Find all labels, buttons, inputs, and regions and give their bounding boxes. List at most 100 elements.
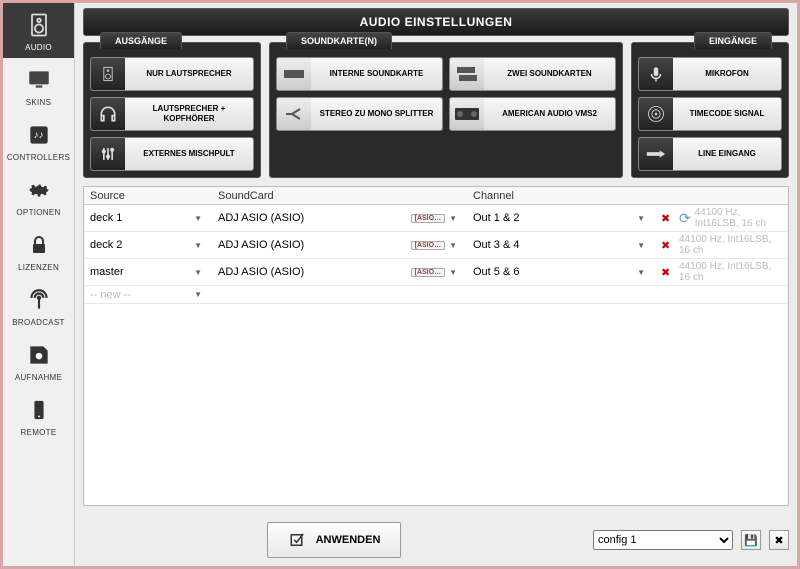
internal-card-icon bbox=[277, 58, 311, 90]
col-soundcard: SoundCard bbox=[212, 188, 467, 204]
panel-tab-cards: SOUNDKARTE(N) bbox=[286, 32, 392, 49]
panel-tab-inputs: EINGÄNGE bbox=[694, 32, 772, 49]
config-select[interactable]: config 1 bbox=[593, 530, 733, 550]
remote-icon bbox=[23, 394, 55, 426]
splitter-icon bbox=[277, 98, 311, 130]
lock-icon bbox=[23, 229, 55, 261]
refresh-icon[interactable]: ⟳ bbox=[679, 210, 691, 227]
delete-icon: ✖ bbox=[774, 534, 783, 547]
check-icon bbox=[288, 531, 308, 549]
table-header-row: Source SoundCard Channel bbox=[84, 187, 788, 205]
sidebar-item-remote[interactable]: REMOTE bbox=[3, 388, 74, 443]
btn-nur-lautsprecher[interactable]: NUR LAUTSPRECHER bbox=[90, 57, 254, 91]
footer: ANWENDEN config 1 💾 ✖ bbox=[75, 514, 797, 566]
apply-button[interactable]: ANWENDEN bbox=[267, 522, 402, 558]
sidebar-item-label: LIZENZEN bbox=[18, 263, 59, 272]
sidebar-item-audio[interactable]: AUDIO bbox=[3, 3, 74, 58]
sidebar-item-label: CONTROLLERS bbox=[7, 153, 70, 162]
source-select[interactable]: deck 2▼ bbox=[84, 237, 212, 253]
source-select[interactable]: master▼ bbox=[84, 264, 212, 280]
record-icon bbox=[23, 339, 55, 371]
soundcard-select[interactable]: ADJ ASIO (ASIO)[ASIO…▼ bbox=[212, 237, 467, 253]
delete-row-button[interactable]: ✖ bbox=[655, 237, 673, 254]
chevron-down-icon: ▼ bbox=[194, 214, 206, 223]
chevron-down-icon: ▼ bbox=[449, 268, 461, 277]
sidebar-item-label: BROADCAST bbox=[12, 318, 65, 327]
speaker-icon bbox=[23, 9, 55, 41]
mixer-icon bbox=[91, 138, 125, 170]
panel-outputs: AUSGÄNGE NUR LAUTSPRECHER LAUTSPRECHER +… bbox=[83, 42, 261, 178]
chevron-down-icon: ▼ bbox=[194, 290, 206, 299]
chevron-down-icon: ▼ bbox=[194, 268, 206, 277]
btn-american-audio-vms2[interactable]: AMERICAN AUDIO VMS2 bbox=[449, 97, 616, 131]
speaker-icon bbox=[91, 58, 125, 90]
sidebar-item-label: SKINS bbox=[26, 98, 52, 107]
jack-icon bbox=[639, 138, 673, 170]
delete-row-button[interactable]: ✖ bbox=[655, 210, 673, 227]
two-cards-icon bbox=[450, 58, 484, 90]
page-title: AUDIO EINSTELLUNGEN bbox=[83, 8, 789, 36]
controller-device-icon bbox=[450, 98, 484, 130]
vinyl-icon bbox=[639, 98, 673, 130]
sidebar-item-label: AUDIO bbox=[25, 43, 52, 52]
panel-soundcards: SOUNDKARTE(N) INTERNE SOUNDKARTE ZWEI SO… bbox=[269, 42, 623, 178]
channel-select[interactable]: Out 5 & 6▼ bbox=[467, 264, 655, 280]
sidebar-item-label: REMOTE bbox=[20, 428, 56, 437]
sidebar-item-label: OPTIONEN bbox=[16, 208, 60, 217]
main: AUDIO EINSTELLUNGEN AUSGÄNGE NUR LAUTSPR… bbox=[75, 3, 797, 566]
row-info: 44100 Hz, Int16LSB, 16 ch bbox=[673, 259, 788, 285]
save-config-button[interactable]: 💾 bbox=[741, 530, 761, 550]
asio-config-button[interactable]: [ASIO… bbox=[411, 268, 445, 277]
delete-config-button[interactable]: ✖ bbox=[769, 530, 789, 550]
microphone-icon bbox=[639, 58, 673, 90]
btn-timecode-signal[interactable]: TIMECODE SIGNAL bbox=[638, 97, 782, 131]
btn-interne-soundkarte[interactable]: INTERNE SOUNDKARTE bbox=[276, 57, 443, 91]
sidebar-item-optionen[interactable]: OPTIONEN bbox=[3, 168, 74, 223]
table-row: deck 1▼ADJ ASIO (ASIO)[ASIO…▼Out 1 & 2▼✖… bbox=[84, 205, 788, 232]
broadcast-icon bbox=[23, 284, 55, 316]
col-channel: Channel bbox=[467, 188, 655, 204]
panel-tab-outputs: AUSGÄNGE bbox=[100, 32, 182, 49]
apply-label: ANWENDEN bbox=[316, 534, 381, 546]
btn-line-eingang[interactable]: LINE EINGANG bbox=[638, 137, 782, 171]
col-source: Source bbox=[84, 188, 212, 204]
row-info: ⟳44100 Hz, Int16LSB, 16 ch bbox=[673, 205, 788, 231]
sidebar-item-skins[interactable]: SKINS bbox=[3, 58, 74, 113]
sidebar-item-lizenzen[interactable]: LIZENZEN bbox=[3, 223, 74, 278]
save-icon: 💾 bbox=[744, 534, 758, 547]
sidebar-item-aufnahme[interactable]: AUFNAHME bbox=[3, 333, 74, 388]
chevron-down-icon: ▼ bbox=[194, 241, 206, 250]
sidebar-item-controllers[interactable]: ♪♪ CONTROLLERS bbox=[3, 113, 74, 168]
btn-mikrofon[interactable]: MIKROFON bbox=[638, 57, 782, 91]
asio-config-button[interactable]: [ASIO… bbox=[411, 241, 445, 250]
soundcard-select[interactable]: ADJ ASIO (ASIO)[ASIO…▼ bbox=[212, 210, 467, 226]
channel-select[interactable]: Out 3 & 4▼ bbox=[467, 237, 655, 253]
asio-config-button[interactable]: [ASIO… bbox=[411, 214, 445, 223]
headphones-icon bbox=[91, 98, 125, 130]
chevron-down-icon: ▼ bbox=[637, 214, 649, 223]
chevron-down-icon: ▼ bbox=[637, 241, 649, 250]
gear-icon bbox=[23, 174, 55, 206]
sliders-icon: ♪♪ bbox=[23, 119, 55, 151]
row-info: 44100 Hz, Int16LSB, 16 ch bbox=[673, 232, 788, 258]
soundcard-select[interactable]: ADJ ASIO (ASIO)[ASIO…▼ bbox=[212, 264, 467, 280]
panel-inputs: EINGÄNGE MIKROFON TIMECODE SIGNAL LINE E… bbox=[631, 42, 789, 178]
sidebar: AUDIO SKINS ♪♪ CONTROLLERS OPTIONEN LIZE… bbox=[3, 3, 75, 566]
delete-row-button[interactable]: ✖ bbox=[655, 264, 673, 281]
btn-stereo-mono-splitter[interactable]: STEREO ZU MONO SPLITTER bbox=[276, 97, 443, 131]
sidebar-item-label: AUFNAHME bbox=[15, 373, 62, 382]
btn-externes-mischpult[interactable]: EXTERNES MISCHPULT bbox=[90, 137, 254, 171]
monitor-icon bbox=[23, 64, 55, 96]
sidebar-item-broadcast[interactable]: BROADCAST bbox=[3, 278, 74, 333]
chevron-down-icon: ▼ bbox=[637, 268, 649, 277]
chevron-down-icon: ▼ bbox=[449, 214, 461, 223]
btn-zwei-soundkarten[interactable]: ZWEI SOUNDKARTEN bbox=[449, 57, 616, 91]
source-select[interactable]: deck 1▼ bbox=[84, 210, 212, 226]
channel-select[interactable]: Out 1 & 2▼ bbox=[467, 210, 655, 226]
table-row: deck 2▼ADJ ASIO (ASIO)[ASIO…▼Out 3 & 4▼✖… bbox=[84, 232, 788, 259]
table-row: master▼ADJ ASIO (ASIO)[ASIO…▼Out 5 & 6▼✖… bbox=[84, 259, 788, 286]
chevron-down-icon: ▼ bbox=[449, 241, 461, 250]
btn-lautsprecher-kopfhoerer[interactable]: LAUTSPRECHER + KOPFHÖRER bbox=[90, 97, 254, 131]
new-row[interactable]: -- new --▼ bbox=[84, 286, 788, 304]
routing-table: Source SoundCard Channel deck 1▼ADJ ASIO… bbox=[83, 186, 789, 506]
